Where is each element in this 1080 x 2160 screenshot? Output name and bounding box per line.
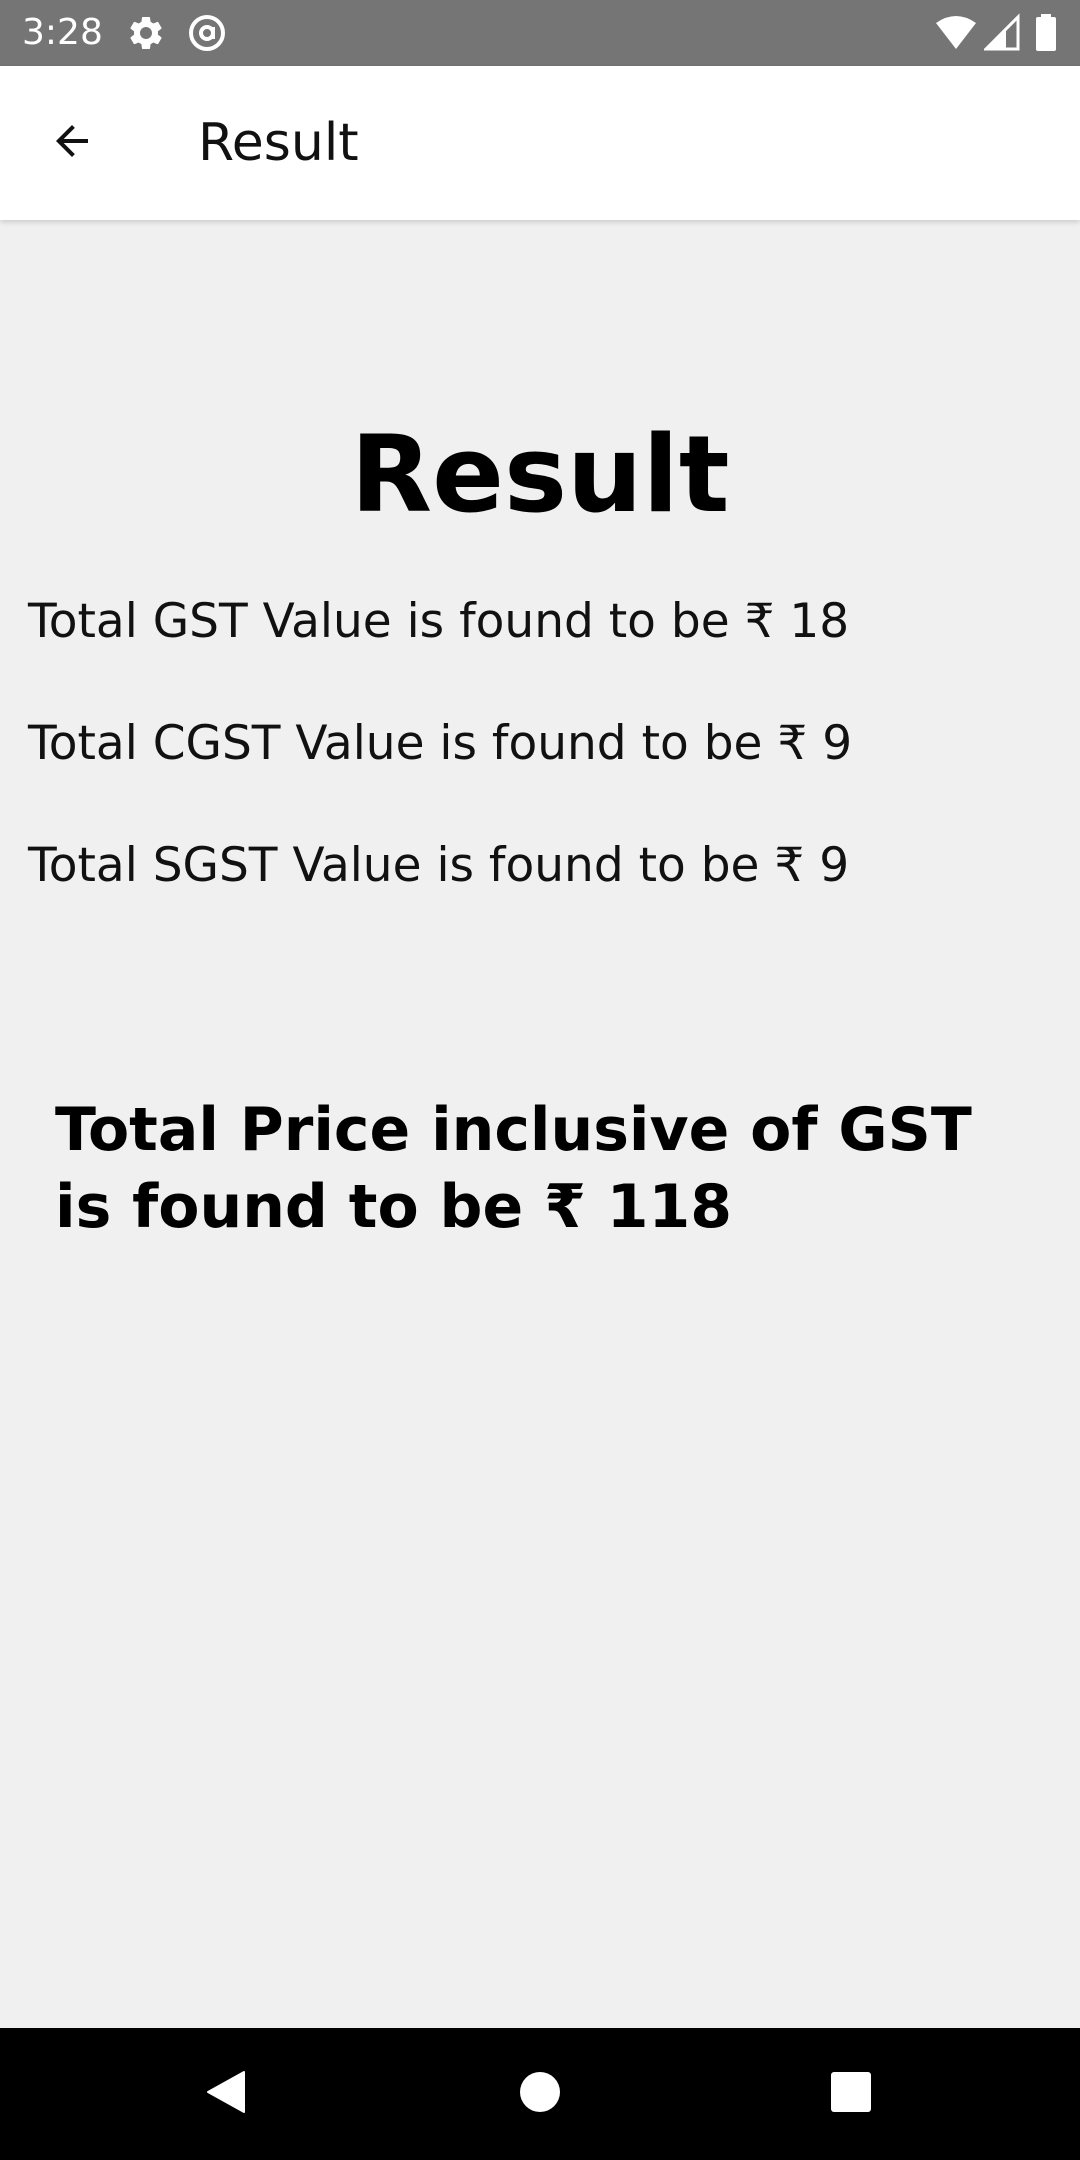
recents-square-icon (829, 2070, 873, 2119)
total-price-text: Total Price inclusive of GST is found to… (55, 1095, 972, 1242)
total-gst-text: Total GST Value is found to be ₹ 18 (28, 594, 850, 649)
home-circle-icon (518, 2070, 562, 2119)
nav-back-button[interactable] (186, 2054, 266, 2134)
at-sign-icon (187, 13, 227, 53)
navigation-bar (0, 2028, 1080, 2160)
wifi-icon (934, 13, 976, 53)
app-bar-title: Result (198, 113, 359, 173)
signal-icon (982, 13, 1024, 53)
back-triangle-icon (204, 2068, 248, 2121)
app-bar: Result (0, 66, 1080, 220)
gear-icon (126, 13, 166, 53)
arrow-left-icon (48, 117, 96, 170)
battery-icon (1034, 13, 1074, 53)
status-bar: 3:28 (0, 0, 1080, 66)
nav-recents-button[interactable] (811, 2054, 891, 2134)
back-button[interactable] (30, 101, 114, 185)
nav-home-button[interactable] (500, 2054, 580, 2134)
total-sgst-text: Total SGST Value is found to be ₹ 9 (28, 838, 850, 893)
total-cgst-text: Total CGST Value is found to be ₹ 9 (28, 716, 853, 771)
status-time: 3:28 (22, 12, 103, 53)
result-heading: Result (350, 413, 730, 536)
